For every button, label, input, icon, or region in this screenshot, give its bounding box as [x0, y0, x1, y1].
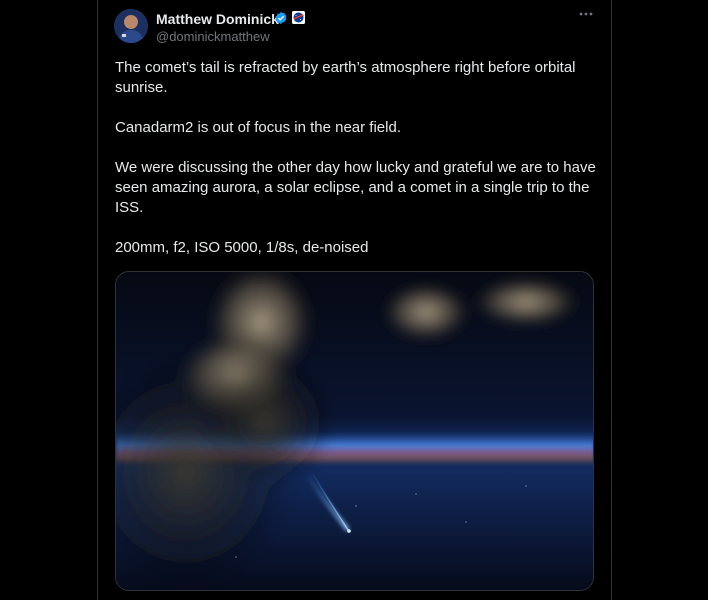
more-horizontal-icon	[579, 12, 593, 16]
nasa-logo-icon[interactable]	[292, 11, 305, 24]
timeline-border-right	[611, 0, 612, 600]
author-name[interactable]: Matthew Dominick	[156, 11, 279, 27]
verified-badge-icon[interactable]	[274, 11, 288, 25]
tweet-photo[interactable]	[115, 271, 594, 591]
tweet-page: Matthew Dominick @dominickmatthew The co…	[0, 0, 708, 600]
tweet-paragraph: 200mm, f2, ISO 5000, 1/8s, de-noised	[115, 239, 369, 256]
author-handle[interactable]: @dominickmatthew	[156, 29, 270, 44]
tweet-paragraph: Canadarm2 is out of focus in the near fi…	[115, 119, 401, 136]
more-options-button[interactable]	[574, 6, 598, 26]
avatar[interactable]	[114, 9, 148, 43]
timeline-border-left	[97, 0, 98, 600]
tweet-text: The comet’s tail is refracted by earth’s…	[115, 58, 605, 278]
tweet-paragraph: We were discussing the other day how luc…	[115, 159, 596, 216]
tweet-paragraph: The comet’s tail is refracted by earth’s…	[115, 59, 576, 96]
